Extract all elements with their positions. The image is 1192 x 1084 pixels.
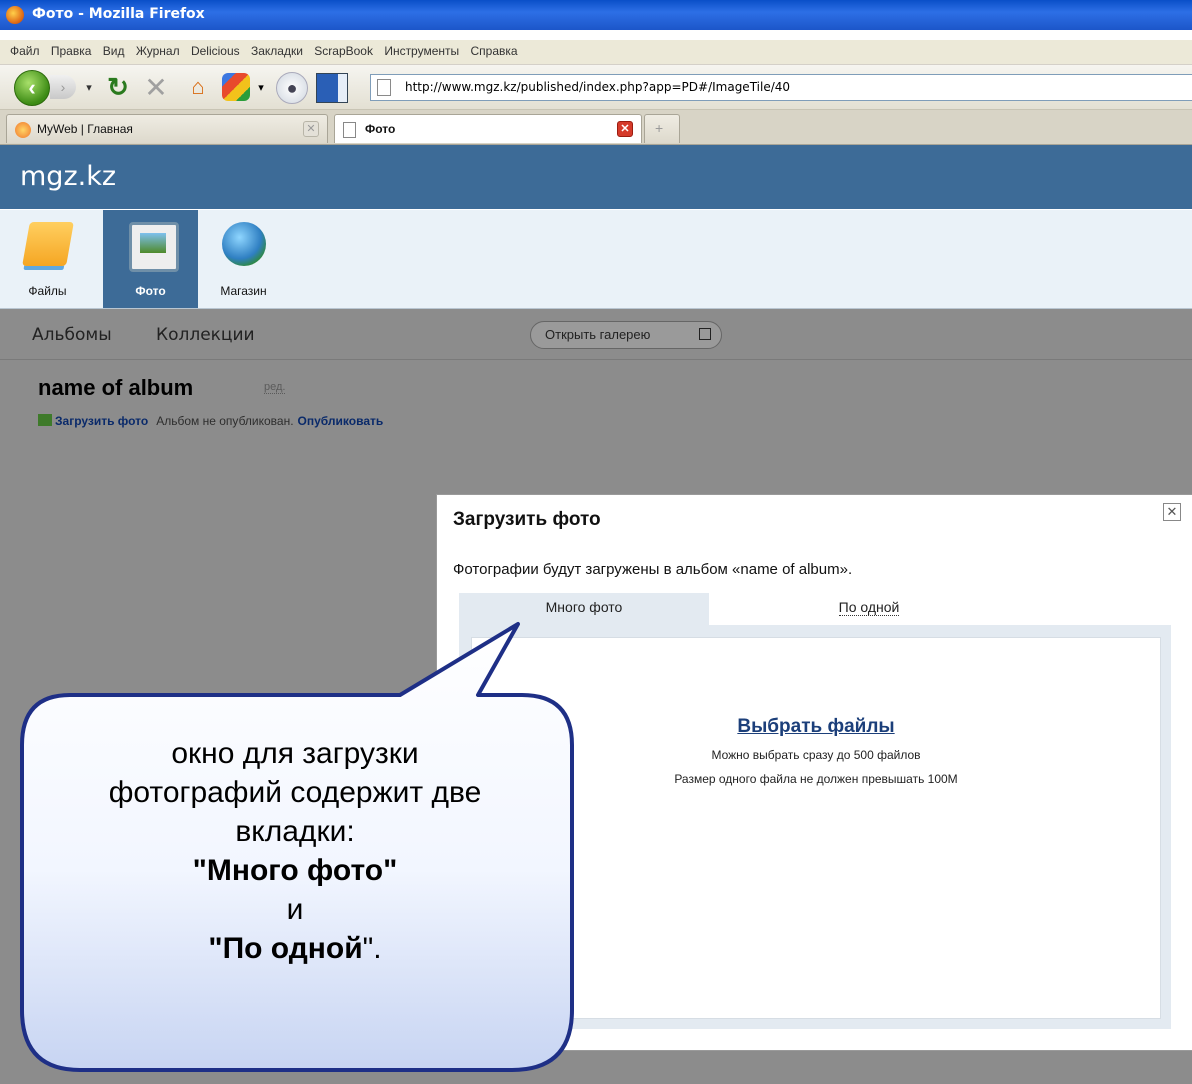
navigation-toolbar: ‹ › ▾ ↻ ✕ ⌂ ▾ ● http://www.mgz.kz/publis… [0,65,1192,110]
reload-icon[interactable]: ↻ [104,72,132,102]
open-gallery-button[interactable]: Открыть галерею [530,321,722,349]
close-icon[interactable]: ✕ [1163,503,1181,521]
app-photo-button[interactable]: Фото [103,210,198,308]
tab-bar: MyWeb | Главная ✕ Фото ✕ + [0,110,1192,145]
tab-photo[interactable]: Фото ✕ [334,114,642,143]
home-icon[interactable]: ⌂ [184,73,212,101]
back-arrow-icon[interactable]: ‹ [14,70,50,106]
google-bookmarks-icon[interactable] [222,73,250,101]
upload-photo-icon[interactable] [38,414,52,426]
tab-one-by-one-label: По одной [838,599,900,616]
callout-plain-part: ". [362,932,382,965]
forward-arrow-icon[interactable]: › [50,75,76,99]
publish-link[interactable]: Опубликовать [298,414,384,428]
address-url[interactable]: http://www.mgz.kz/published/index.php?ap… [405,80,790,94]
menu-file[interactable]: Файл [10,44,40,58]
dialog-info: Фотографии будут загружены в альбом «nam… [453,561,853,578]
edit-album-link[interactable]: ред. [264,381,286,394]
new-window-icon [699,328,711,340]
address-bar[interactable]: http://www.mgz.kz/published/index.php?ap… [370,74,1192,101]
plus-icon: + [655,120,664,136]
history-dropdown-icon[interactable]: ▾ [82,77,96,97]
stop-icon[interactable]: ✕ [142,72,170,103]
tab-collections[interactable]: Коллекции [156,325,255,345]
menu-tools[interactable]: Инструменты [384,44,459,58]
tab-label: MyWeb | Главная [37,122,133,136]
dialog-title: Загрузить фото [453,509,601,530]
page-favicon-icon [343,122,356,138]
app-navigation: Файлы Фото Магазин [0,210,1192,309]
callout-line: фотографий содержит две [108,776,482,809]
callout-line: вкладки: [235,815,355,848]
menu-delicious[interactable]: Delicious [191,44,240,58]
app-files-button[interactable]: Файлы [0,210,95,308]
menu-bar: Файл Правка Вид Журнал Delicious Закладк… [0,40,1192,65]
globe-cart-icon [222,222,266,266]
tab-myweb[interactable]: MyWeb | Главная ✕ [6,114,328,143]
open-gallery-label: Открыть галерею [545,327,651,342]
menu-edit[interactable]: Правка [51,44,92,58]
album-status: Альбом не опубликован. [156,414,294,428]
site-header: mgz.kz [0,145,1192,209]
photo-camera-icon [129,222,179,272]
callout-line-mixed: "По одной". [30,929,560,968]
page-icon [377,79,391,96]
bookmark-sidebar-icon[interactable] [316,73,348,103]
firefox-icon [6,6,24,24]
menu-help[interactable]: Справка [470,44,517,58]
tab-albums[interactable]: Альбомы [32,325,112,345]
menu-view[interactable]: Вид [103,44,125,58]
album-title: name of album [38,375,194,400]
app-label: Фото [135,284,166,298]
callout-text: окно для загрузки фотографий содержит дв… [30,734,560,968]
google-dropdown-icon[interactable]: ▾ [255,77,267,97]
window-title: Фото - Mozilla Firefox [32,6,205,22]
menu-history[interactable]: Журнал [136,44,180,58]
menu-scrapbook[interactable]: ScrapBook [314,44,373,58]
window-titlebar: Фото - Mozilla Firefox [0,0,1192,30]
upload-photo-link[interactable]: Загрузить фото [55,414,148,428]
site-logo[interactable]: mgz.kz [20,161,116,192]
callout-line: и [286,893,304,926]
menu-bookmarks[interactable]: Закладки [251,44,303,58]
myweb-favicon-icon [15,122,31,138]
callout-line: окно для загрузки [171,737,419,770]
app-label: Магазин [220,284,267,298]
album-actions: Загрузить фото Альбом не опубликован. Опуб… [38,414,383,428]
callout-bold-part: "По одной [208,932,363,965]
app-shop-button[interactable]: Магазин [196,210,291,308]
tab-one-by-one[interactable]: По одной [709,593,1029,625]
folder-icon [22,222,74,266]
sub-navigation: Альбомы Коллекции Открыть галерею [0,309,1192,360]
tab-label: Фото [365,122,396,136]
new-tab-button[interactable]: + [644,114,680,143]
callout-line-bold: "Много фото" [192,854,398,887]
close-tab-icon[interactable]: ✕ [303,121,319,137]
chat-bubble-icon[interactable]: ● [276,72,308,104]
close-tab-icon[interactable]: ✕ [617,121,633,137]
app-label: Файлы [28,284,67,298]
